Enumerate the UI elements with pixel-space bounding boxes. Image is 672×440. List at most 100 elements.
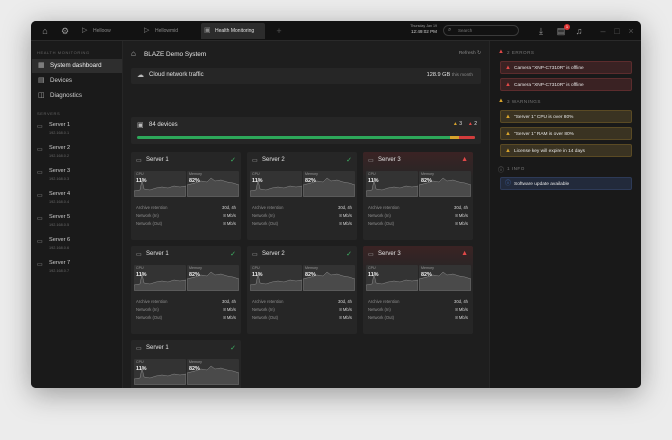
stat-net-out: Network (Out) 8 Mb/s	[368, 221, 468, 226]
notification-badge: 1	[564, 24, 570, 30]
traffic-value: 128.9 GB this month	[426, 72, 473, 78]
sidebar-server-4[interactable]: ▭ Server 4 192.168.0.4	[37, 191, 117, 211]
minimize-icon[interactable]: –	[597, 25, 609, 37]
stat-net-in: Network (In) 8 Mb/s	[368, 213, 468, 218]
stat-archive: Archive retention 30d, 4h	[368, 299, 468, 304]
devices-icon: ▤	[38, 77, 45, 84]
stat-net-out: Network (Out) 8 Mb/s	[136, 315, 236, 320]
device-status-bar-warning	[450, 136, 459, 139]
error-icon: ▲	[498, 49, 505, 55]
alert-warning[interactable]: ▲ License key will expire in 14 days	[500, 144, 632, 157]
tab-health-monitoring[interactable]: ▣ Health Monitoring	[201, 23, 265, 39]
sidebar-item-diagnostics[interactable]: ◫ Diagnostics	[32, 89, 122, 103]
tab-helloow[interactable]: ▷ Helloow	[79, 23, 137, 39]
stat-net-out: Network (Out) 8 Mb/s	[252, 315, 352, 320]
server-icon: ▭	[136, 158, 142, 164]
sidebar-server-1[interactable]: ▭ Server 1 192.168.0.1	[37, 122, 117, 142]
cpu-sparkline: CPU 11%	[134, 359, 186, 385]
sidebar-server-2[interactable]: ▭ Server 2 192.168.0.2	[37, 145, 117, 165]
sidebar-server-7[interactable]: ▭ Server 7 192.168.0.7	[37, 260, 117, 280]
sidebar-section-title: HEALTH MONITORING	[37, 50, 90, 55]
server-card[interactable]: ▭Server 1✓CPU11%Memory82%Archive retenti…	[131, 340, 241, 388]
warnings-header: ▲ 3 WARNINGS	[498, 98, 541, 104]
error-icon: ▲	[461, 156, 468, 163]
server-card-title: ▭ Server 1	[136, 345, 169, 352]
main-header: ⌂ BLAZE Demo System Refresh ↻	[131, 49, 481, 63]
home-icon[interactable]: ⌂	[39, 25, 51, 37]
error-icon: ▲	[467, 121, 473, 127]
sidebar-server-3[interactable]: ▭ Server 3 192.168.0.3	[37, 168, 117, 188]
close-icon[interactable]: ×	[625, 25, 637, 37]
sidebar-server-5[interactable]: ▭ Server 5 192.168.0.5	[37, 214, 117, 234]
server-icon: ▭	[37, 170, 43, 176]
info-icon: ⓘ	[498, 168, 505, 174]
app-window: ⌂ ⚙ ▷ Helloow ▷ Hellowmid ▣ Health Monitori…	[31, 21, 641, 388]
server-card[interactable]: ▭Server 1 ✓ CPU11%Memory82% Archive retenti…	[131, 152, 241, 240]
stat-archive: Archive retention 30d, 4h	[252, 205, 352, 210]
server-card[interactable]: ▭ Server 2 ✓ CPU 11% Memory 82% Archive retenti…	[247, 246, 357, 334]
server-icon: ▭	[37, 193, 43, 199]
gear-icon[interactable]: ⚙	[59, 25, 71, 37]
sidebar-server-6[interactable]: ▭ Server 6 192.168.0.6	[37, 237, 117, 257]
maximize-icon[interactable]: □	[611, 25, 623, 37]
cpu-sparkline: CPU 11%	[134, 171, 186, 197]
main-content: ⌂ BLAZE Demo System Refresh ↻ ☁ Cloud ne…	[123, 41, 489, 388]
page-title: BLAZE Demo System	[144, 51, 207, 58]
server-card-title: ▭ Server 3	[368, 157, 401, 164]
warning-icon: ▲	[498, 98, 505, 104]
info-icon: ⓘ	[505, 181, 512, 187]
server-icon: ▭	[252, 252, 258, 258]
server-stats: Archive retention 30d, 4h Network (In) 8 Mb…	[136, 204, 236, 228]
server-card[interactable]: ▭ Server 3 ▲ CPU 11% Memory 82% Archive retenti…	[363, 246, 473, 334]
sidebar-item-system-dashboard[interactable]: ▦ System dashboard	[32, 59, 122, 73]
stat-net-out: Network (Out) 8 Mb/s	[136, 221, 236, 226]
refresh-button[interactable]: Refresh ↻	[459, 51, 481, 56]
server-card[interactable]: ▭ Server 3 ▲ CPU 11% Memory 82% Archive retenti…	[363, 152, 473, 240]
bell-icon[interactable]: ♫	[573, 25, 585, 37]
error-icon: ▲	[461, 250, 468, 257]
stat-net-in: Network (In) 8 Mb/s	[136, 213, 236, 218]
devices-panel[interactable]: ▣ 84 devices ▲ 3 ▲ 2	[131, 117, 481, 144]
alert-info[interactable]: ⓘ Software update available	[500, 177, 632, 190]
devices-icon: ▣	[137, 122, 144, 129]
alerts-panel: ▲ 2 ERRORS ▲ Camera "XNP-C7310R" is offlin…	[489, 41, 641, 388]
server-card[interactable]: ▭ Server 2 ✓ CPU 11% Memory 82% Archive retenti…	[247, 152, 357, 240]
server-icon: ▭	[368, 158, 374, 164]
memory-sparkline: Memory 82%	[187, 171, 239, 197]
play-icon: ▷	[82, 27, 88, 34]
stat-archive: Archive retention 30d, 4h	[136, 205, 236, 210]
stat-net-in: Network (In) 8 Mb/s	[136, 307, 236, 312]
warning-count: ▲ 3	[452, 121, 462, 127]
alert-error[interactable]: ▲ Camera "XNP-C7310R" is offline	[500, 61, 632, 74]
add-tab-icon[interactable]: +	[273, 25, 285, 37]
device-status-bar	[137, 136, 475, 139]
diagnostics-icon: ◫	[38, 92, 45, 99]
memory-sparkline: Memory 82%	[303, 265, 355, 291]
errors-header: ▲ 2 ERRORS	[498, 49, 535, 55]
home-icon[interactable]: ⌂	[131, 49, 136, 58]
alert-warning[interactable]: ▲ "Server 1" CPU is over 80%	[500, 110, 632, 123]
server-stats: Archive retention 30d, 4h Network (In) 8 Mb…	[252, 204, 352, 228]
alert-error[interactable]: ▲ Camera "XNP-C7310R" is offline	[500, 78, 632, 91]
error-icon: ▲	[505, 82, 511, 88]
server-icon: ▭	[37, 239, 43, 245]
cloud-traffic-panel: ☁ Cloud network traffic 128.9 GB this mo…	[131, 68, 481, 84]
servers-section-title: SERVERS	[37, 111, 61, 116]
tab-hellowmid[interactable]: ▷ Hellowmid	[141, 23, 199, 39]
server-card-title: ▭ Server 3	[368, 251, 401, 258]
stat-net-in: Network (In) 8 Mb/s	[252, 213, 352, 218]
server-card-title: ▭ Server 1	[136, 157, 169, 164]
grid-icon: ▦	[38, 62, 45, 69]
monitor-icon: ▣	[204, 27, 211, 34]
sidebar-item-devices[interactable]: ▤ Devices	[32, 74, 122, 88]
check-circle-icon: ✓	[230, 157, 236, 164]
server-icon: ▭	[136, 252, 142, 258]
server-card[interactable]: ▭Server 1✓CPU11%Memory82%Archive retenti…	[131, 246, 241, 334]
top-bar: ⌂ ⚙ ▷ Helloow ▷ Hellowmid ▣ Health Monitori…	[31, 21, 641, 41]
alert-warning[interactable]: ▲ "Server 1" RAM is over 80%	[500, 127, 632, 140]
cpu-sparkline: CPU 11%	[250, 265, 302, 291]
search-input[interactable]: ⌕ Search	[443, 25, 519, 36]
download-icon[interactable]: ⤓	[535, 25, 547, 37]
check-circle-icon: ✓	[346, 157, 352, 164]
error-count: ▲ 2	[467, 121, 477, 127]
